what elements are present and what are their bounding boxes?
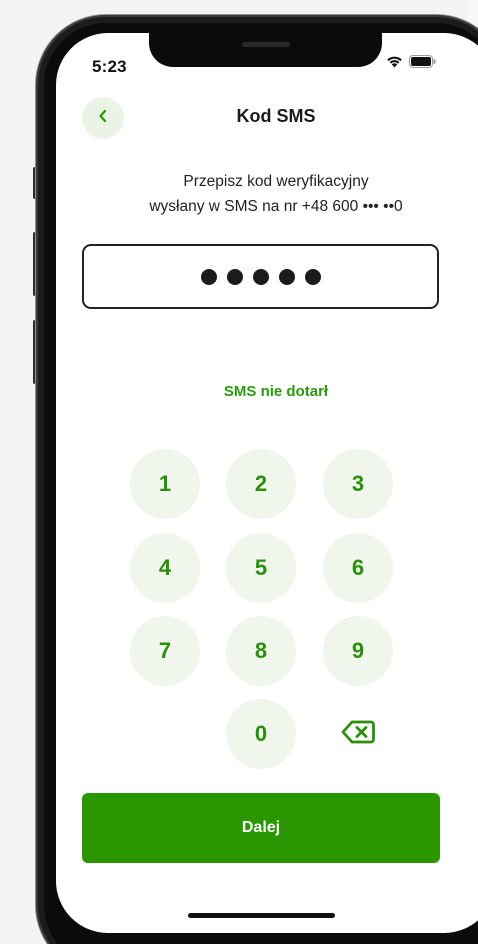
instruction-text: Przepisz kod weryfikacyjny wysłany w SMS… [76, 169, 476, 219]
status-icons [386, 55, 436, 68]
code-dot [278, 268, 295, 285]
instruction-line-2: wysłany w SMS na nr +48 600 ••• ••0 [149, 198, 403, 215]
key-2[interactable]: 2 [226, 449, 296, 519]
key-0[interactable]: 0 [226, 699, 296, 769]
sms-code-input[interactable] [82, 244, 439, 309]
key-6[interactable]: 6 [323, 533, 393, 603]
key-7[interactable]: 7 [130, 616, 200, 686]
key-1[interactable]: 1 [130, 449, 200, 519]
phone-screen: 5:23 Kod SMS Przepisz kod weryfikacyjny … [56, 33, 478, 933]
speaker-grille [242, 42, 290, 47]
key-9[interactable]: 9 [323, 616, 393, 686]
wifi-icon [386, 55, 403, 68]
instruction-line-1: Przepisz kod weryfikacyjny [183, 173, 369, 190]
key-4[interactable]: 4 [130, 533, 200, 603]
next-button[interactable]: Dalej [82, 793, 440, 863]
stage: 5:23 Kod SMS Przepisz kod weryfikacyjny … [0, 0, 478, 944]
code-dot [200, 268, 217, 285]
home-indicator [188, 913, 335, 918]
delete-key[interactable] [323, 699, 393, 769]
status-time: 5:23 [92, 57, 127, 76]
notch [149, 33, 382, 67]
code-dot [252, 268, 269, 285]
resend-sms-link[interactable]: SMS nie dotarł [56, 383, 478, 400]
key-8[interactable]: 8 [226, 616, 296, 686]
backspace-icon [341, 720, 375, 749]
code-dot [304, 268, 321, 285]
code-dot [226, 268, 243, 285]
page-title: Kod SMS [236, 106, 316, 126]
key-5[interactable]: 5 [226, 533, 296, 603]
battery-icon [409, 55, 436, 68]
key-3[interactable]: 3 [323, 449, 393, 519]
